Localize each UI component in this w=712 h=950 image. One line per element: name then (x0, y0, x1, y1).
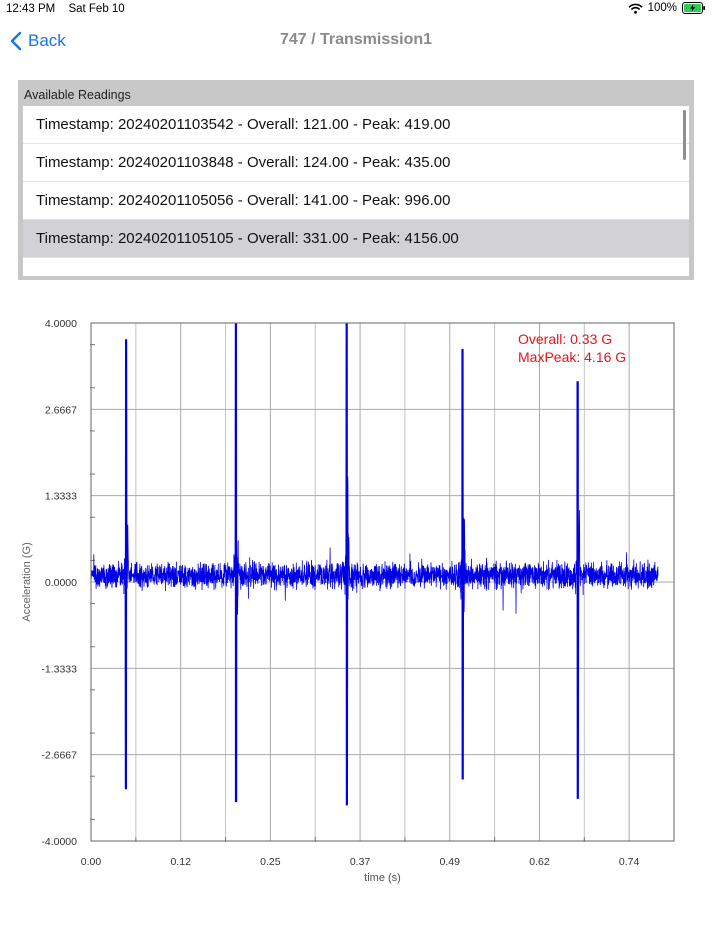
y-tick-label: 2.6667 (45, 404, 77, 416)
y-tick-label: -4.0000 (41, 836, 77, 848)
readings-list[interactable]: Timestamp: 20240201103542 - Overall: 121… (23, 106, 689, 276)
status-bar: 12:43 PM Sat Feb 10 100% (0, 0, 712, 20)
x-tick-label: 0.37 (350, 856, 371, 868)
reading-row[interactable]: Timestamp: 20240201105056 - Overall: 141… (23, 182, 689, 220)
y-tick-label: -1.3333 (41, 663, 77, 675)
y-tick-label: 4.0000 (45, 318, 77, 330)
overall-annotation: Overall: 0.33 G (518, 331, 612, 347)
maxpeak-annotation: MaxPeak: 4.16 G (518, 349, 626, 365)
readings-header: Available Readings (24, 88, 131, 102)
x-tick-label: 0.00 (81, 856, 102, 868)
x-tick-label: 0.49 (440, 856, 461, 868)
chart-svg: 4.0000 2.6667 1.3333 0.0000 -1.3333 -2.6667 -4… (21, 318, 675, 884)
y-tick-label: 1.3333 (45, 491, 77, 503)
readings-scrollbar[interactable] (683, 110, 686, 160)
y-tick-label: 0.0000 (45, 577, 77, 589)
status-right: 100% (628, 2, 706, 14)
y-axis-label: Acceleration (G) (21, 542, 33, 621)
status-time: 12:43 PM (6, 3, 56, 15)
status-date: Sat Feb 10 (68, 3, 125, 15)
readings-panel: Available Readings Timestamp: 2024020110… (18, 80, 694, 280)
battery-percent: 100% (647, 2, 677, 14)
x-tick-label: 0.62 (529, 856, 550, 868)
battery-charging-icon (682, 2, 705, 14)
wifi-icon (628, 3, 643, 14)
x-axis-label: time (s) (364, 872, 401, 884)
status-left: 12:43 PM Sat Feb 10 (6, 3, 135, 15)
x-tick-label: 0.25 (260, 856, 281, 868)
x-tick-label: 0.74 (619, 856, 640, 868)
acceleration-chart: 4.0000 2.6667 1.3333 0.0000 -1.3333 -2.6667 -4… (0, 300, 712, 900)
page-title: 747 / Transmission1 (279, 31, 433, 48)
navigation-bar: Back 747 / Transmission1 (0, 22, 712, 60)
y-tick-label: -2.6667 (41, 750, 77, 762)
reading-row[interactable]: Timestamp: 20240201103848 - Overall: 124… (23, 144, 689, 182)
x-tick-label: 0.12 (170, 856, 191, 868)
reading-row[interactable]: Timestamp: 20240201103542 - Overall: 121… (23, 106, 689, 144)
reading-row[interactable]: Timestamp: 20240201105105 - Overall: 331… (23, 220, 689, 258)
